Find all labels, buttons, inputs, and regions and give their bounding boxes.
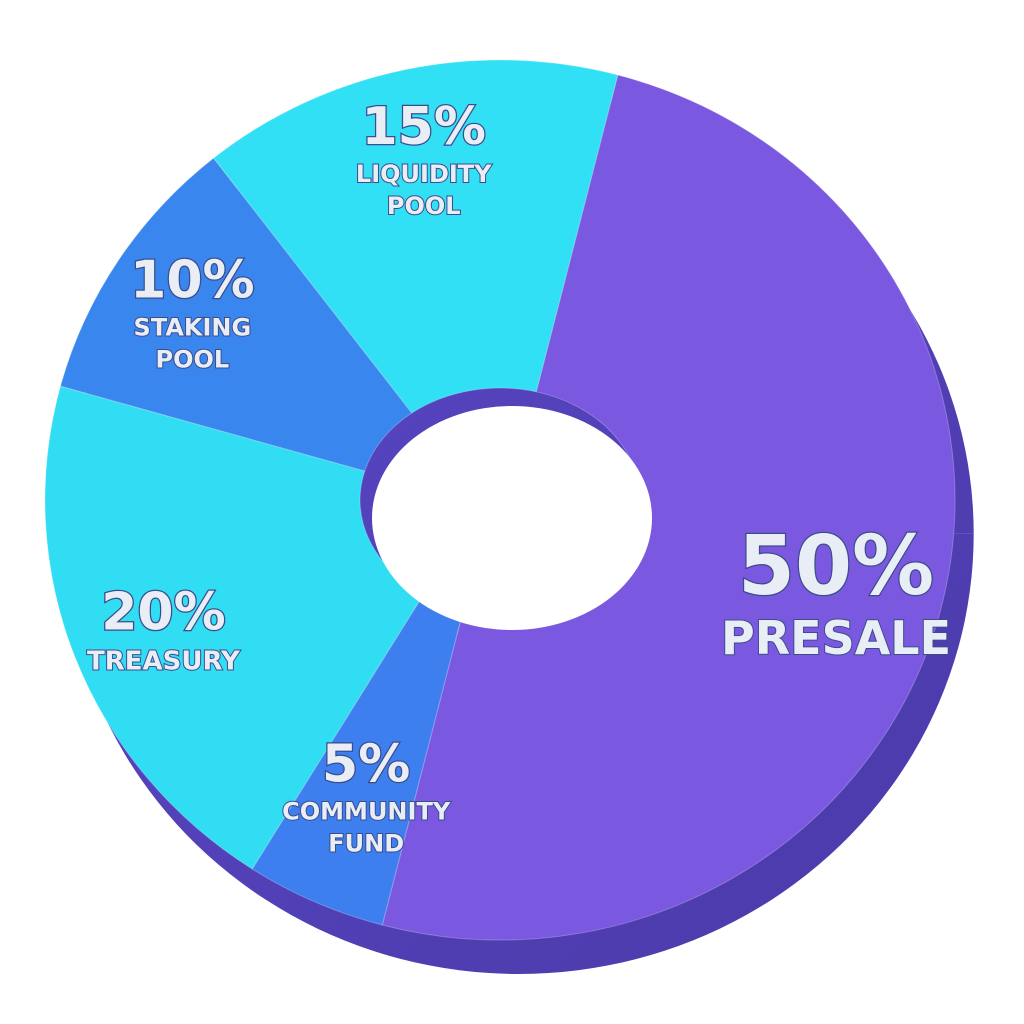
slice-percent-label: 10% <box>130 251 254 311</box>
slice-name-label: STAKING <box>134 314 252 342</box>
slices-layer <box>44 59 974 974</box>
slice-percent-label: 5% <box>322 734 410 794</box>
slice-name-label: TREASURY <box>87 647 241 677</box>
slice-name-label: POOL <box>387 192 461 220</box>
slice-name-label: POOL <box>156 346 230 374</box>
slice-percent-label: 15% <box>362 97 486 157</box>
donut-hole <box>372 406 652 630</box>
slice-name-label: COMMUNITY <box>282 797 451 825</box>
slice-percent-label: 20% <box>101 583 225 643</box>
slice-name-label: LIQUIDITY <box>356 160 492 188</box>
slice-name-label: FUND <box>328 829 404 857</box>
slice-percent-label: 50% <box>738 519 934 614</box>
slice-name-label: PRESALE <box>721 611 951 665</box>
token-allocation-donut-chart: 50%PRESALE 5% COMMUNITY FUND 20% TREASURY 10% S… <box>44 59 974 974</box>
